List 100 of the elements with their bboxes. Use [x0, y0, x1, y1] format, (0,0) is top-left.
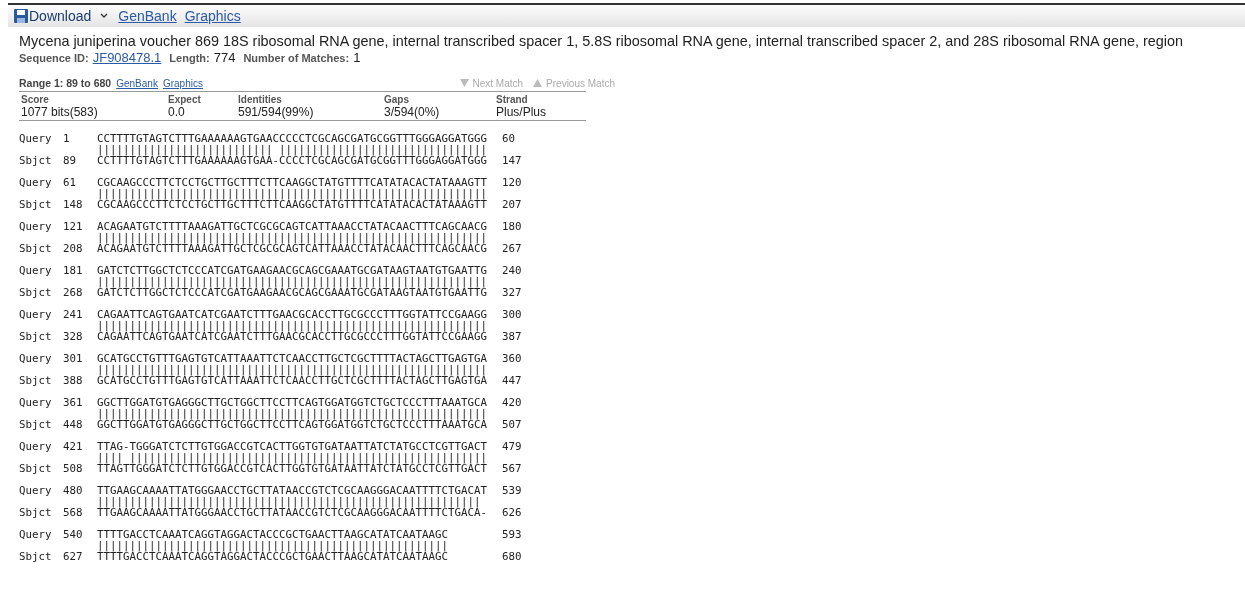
start-position: 388	[63, 375, 84, 386]
end-position: 593	[502, 529, 523, 540]
end-position: 327	[502, 287, 523, 298]
end-position: 387	[502, 331, 523, 342]
meta-label: Length:	[169, 52, 210, 64]
down-triangle-icon	[459, 79, 469, 87]
match-line: ||||||||||||||||||||||||||||||||||||||||||||||||||||||||||||	[97, 276, 489, 287]
start-position: 480	[63, 485, 84, 496]
table-cell-text: 591/594(99%)	[238, 105, 315, 119]
sequence: TTAGTTGGGATCTCTTGTGGACCGTCACTTGGTGTGATAATTATCTATGCCTCGTTGACT	[97, 463, 489, 474]
start-position: 508	[63, 463, 84, 474]
end-position: 539	[502, 485, 523, 496]
toolbar-link[interactable]: GenBank	[118, 8, 177, 24]
start-position: 568	[63, 507, 84, 518]
start-position: 448	[63, 419, 84, 430]
sequence: CAGAATTCAGTGAATCATCGAATCTTTGAACGCACCTTGCGCCCTTTGGTATTCCGAAGG	[97, 309, 489, 320]
sequence: CGCAAGCCCTTCTCCTGCTTGCTTTCTTCAAGGCTATGTTTTCATATACACTATAAAGTT	[97, 199, 489, 210]
row-label: Sbjct	[19, 155, 53, 166]
match-line: ||||||||||||||||||||||||||||||||||||||||||||||||||||||||||||	[97, 320, 489, 331]
sequence: TTGAAGCAAAATTATGGGAACCTGCTTATAACCGTCTCGCAAGGGACAATTTTCTGACAT	[97, 485, 489, 496]
sequence: GGCTTGGATGTGAGGGCTTGCTGGCTTCCTTCAGTGGATGGTCTGCTCCCTTTAAATGCA	[97, 419, 489, 430]
column-header: Expect	[168, 94, 202, 105]
row-label: Sbjct	[19, 243, 53, 254]
end-position: 240	[502, 265, 523, 276]
sequence: GCATGCCTGTTTGAGTGTCATTAAATTCTCAACCTTGCTCGCTTTTACTAGCTTGAGTGA	[97, 375, 489, 386]
table-cell-text: 3/594(0%)	[384, 105, 441, 119]
row-label: Query	[19, 177, 53, 188]
row-label: Sbjct	[19, 463, 53, 474]
end-position: 507	[502, 419, 523, 430]
row-label: Query	[19, 221, 53, 232]
sequence: TTGAAGCAAAATTATGGGAACCTGCTTATAACCGTCTCGCAAGGGACAATTTTCTGACA-	[97, 507, 489, 518]
start-position: 208	[63, 243, 84, 254]
start-position: 61	[63, 177, 77, 188]
column-header: Strand	[496, 94, 529, 105]
start-position: 421	[63, 441, 84, 452]
toolbar-link[interactable]: Graphics	[184, 8, 241, 24]
range-label: Range 1: 89 to 680	[19, 77, 112, 89]
meta-value: 774	[213, 50, 236, 65]
end-position: 300	[502, 309, 523, 320]
end-position: 120	[502, 177, 523, 188]
sequence: CGCAAGCCCTTCTCCTGCTTGCTTTCTTCAAGGCTATGTTTTCATATACACTATAAAGTT	[97, 177, 489, 188]
sequence: TTTTGACCTCAAATCAGGTAGGACTACCCGCTGAACTTAAGCATATCAATAAGC	[97, 551, 449, 562]
row-label: Sbjct	[19, 375, 53, 386]
start-position: 1	[63, 133, 71, 144]
table-cell-text: 1077 bits(583)	[21, 105, 99, 119]
row-label: Query	[19, 309, 53, 320]
end-position: 447	[502, 375, 523, 386]
sequence: GGCTTGGATGTGAGGGCTTGCTGGCTTCCTTCAGTGGATGGTCTGCTCCCTTTAAATGCA	[97, 397, 489, 408]
end-position: 60	[502, 133, 516, 144]
start-position: 328	[63, 331, 84, 342]
end-position: 680	[502, 551, 523, 562]
meta-label: Sequence ID:	[19, 52, 89, 64]
start-position: 301	[63, 353, 84, 364]
row-label: Sbjct	[19, 419, 53, 430]
match-line: ||||||||||||||||||||||||||||||||||||||||||||||||||||||||||||	[97, 188, 489, 199]
start-position: 540	[63, 529, 84, 540]
end-position: 420	[502, 397, 523, 408]
sequence: ACAGAATGTCTTTTAAAGATTGCTCGCGCAGTCATTAAACCTATACAACTTTCAGCAACG	[97, 221, 489, 232]
row-label: Query	[19, 397, 53, 408]
up-triangle-icon	[533, 79, 543, 87]
start-position: 121	[63, 221, 84, 232]
sequence: TTTTGACCTCAAATCAGGTAGGACTACCCGCTGAACTTAAGCATATCAATAAGC	[97, 529, 449, 540]
start-position: 241	[63, 309, 84, 320]
row-label: Query	[19, 529, 53, 540]
row-label: Sbjct	[19, 551, 53, 562]
row-label: Sbjct	[19, 507, 53, 518]
start-position: 627	[63, 551, 84, 562]
start-position: 148	[63, 199, 84, 210]
download-button[interactable]: Download	[14, 8, 111, 24]
end-position: 360	[502, 353, 523, 364]
end-position: 147	[502, 155, 523, 166]
meta-label: Number of Matches:	[243, 52, 350, 64]
row-label: Sbjct	[19, 287, 53, 298]
row-label: Query	[19, 485, 53, 496]
sequence: GATCTCTTGGCTCTCCCATCGATGAAGAACGCAGCGAAATGCGATAAGTAATGTGAATTG	[97, 287, 489, 298]
column-header: Score	[21, 94, 50, 105]
end-position: 180	[502, 221, 523, 232]
match-line: ||||||||||||||||||||||||||||||||||||||||||||||||||||||	[97, 540, 449, 551]
end-position: 267	[502, 243, 523, 254]
row-label: Query	[19, 133, 53, 144]
sequence-id-link[interactable]: JF908478.1	[92, 50, 162, 65]
range-link[interactable]: GenBank	[116, 78, 158, 89]
sequence: ACAGAATGTCTTTTAAAGATTGCTCGCGCAGTCATTAAACCTATACAACTTTCAGCAACG	[97, 243, 489, 254]
match-line: |||||||||||||||||||||||||||||||||||||||||||||||||||||||||||	[97, 496, 482, 507]
end-position: 207	[502, 199, 523, 210]
range-link[interactable]: Graphics	[162, 78, 203, 89]
sequence: CAGAATTCAGTGAATCATCGAATCTTTGAACGCACCTTGCGCCCTTTGGTATTCCGAAGG	[97, 331, 489, 342]
match-line: ||||||||||||||||||||||||||||||||||||||||||||||||||||||||||||	[97, 408, 489, 419]
start-position: 89	[63, 155, 77, 166]
match-line: ||||||||||||||||||||||||||||||||||||||||||||||||||||||||||||	[97, 232, 489, 243]
start-position: 361	[63, 397, 84, 408]
sequence-title: Mycena juniperina voucher 869 18S ribosomal RNA gene, internal transcribed spacer 1, 5.8S ribosomal RNA gene, internal transcribed spacer 2, and 28S ribosomal RNA gene, region	[19, 33, 1184, 49]
meta-value: 1	[353, 50, 361, 65]
table-cell-text: Plus/Plus	[496, 105, 548, 119]
column-header: Identities	[238, 94, 283, 105]
sequence: CCTTTTGTAGTCTTTGAAAAAAGTGAACCCCCTCGCAGCGATGCGGTTTGGGAGGATGGG	[97, 133, 489, 144]
sequence: TTAG-TGGGATCTCTTGTGGACCGTCACTTGGTGTGATAATTATCTATGCCTCGTTGACT	[97, 441, 489, 452]
row-label: Sbjct	[19, 331, 53, 342]
match-line: ||||||||||||||||||||||||||||||||||||||||||||||||||||||||||||	[97, 364, 489, 375]
sequence: CCTTTTGTAGTCTTTGAAAAAAGTGAA-CCCCTCGCAGCGATGCGGTTTGGGAGGATGGG	[97, 155, 489, 166]
